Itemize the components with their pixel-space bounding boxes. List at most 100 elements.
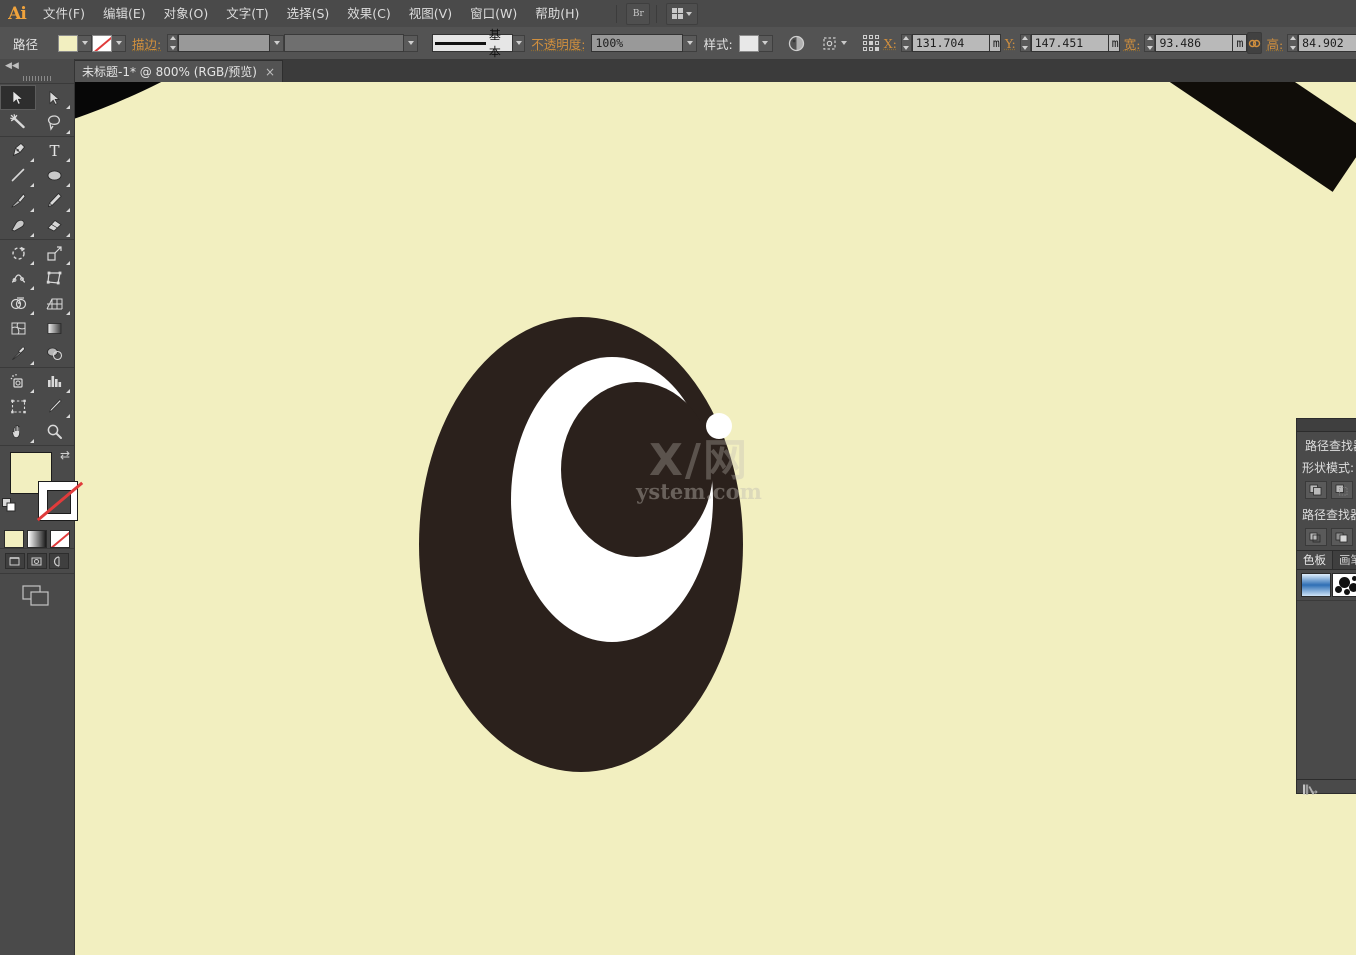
stroke-profile-field[interactable] <box>284 34 404 52</box>
stroke-weight-stepper[interactable] <box>167 34 178 52</box>
menu-object[interactable]: 对象(O) <box>155 0 218 27</box>
normal-screen-mode-button[interactable] <box>5 553 25 569</box>
rotate-tool[interactable] <box>0 241 36 266</box>
swatch-pattern[interactable] <box>1332 573 1356 597</box>
artboard-tool[interactable] <box>0 394 36 419</box>
y-stepper[interactable] <box>1020 34 1031 52</box>
change-screen-mode-button[interactable] <box>22 585 50 610</box>
free-transform-tool[interactable] <box>36 266 72 291</box>
fullscreen-menubar-mode-button[interactable] <box>27 553 47 569</box>
stroke-color-control[interactable] <box>92 35 126 52</box>
menu-effect[interactable]: 效果(C) <box>338 0 399 27</box>
corner-shape-top-right[interactable] <box>1167 82 1356 192</box>
opacity-dropdown-button[interactable] <box>683 35 697 52</box>
stroke-weight-dropdown-button[interactable] <box>270 35 284 52</box>
width-field[interactable]: 93.486 <box>1155 34 1233 52</box>
dock-titlebar[interactable] <box>1297 419 1356 432</box>
swatch-libraries-icon[interactable] <box>1302 783 1318 796</box>
menu-window[interactable]: 窗口(W) <box>461 0 526 27</box>
document-tab[interactable]: 未标题-1* @ 800% (RGB/预览) × <box>74 60 283 82</box>
shape-builder-tool[interactable] <box>0 291 36 316</box>
fill-swatch[interactable] <box>58 35 78 52</box>
minus-front-button[interactable] <box>1331 481 1353 499</box>
height-stepper[interactable] <box>1287 34 1298 52</box>
menu-view[interactable]: 视图(V) <box>400 0 461 27</box>
y-control[interactable]: 147.451 m <box>1020 34 1120 52</box>
mesh-tool[interactable] <box>0 316 36 341</box>
eye-pupil-ellipse[interactable] <box>561 382 713 557</box>
swatch-gradient[interactable] <box>1301 573 1331 597</box>
column-graph-tool[interactable] <box>36 369 72 394</box>
stroke-weight-control[interactable] <box>167 34 284 52</box>
stroke-weight-field[interactable] <box>178 34 270 52</box>
stroke-dropdown-button[interactable] <box>112 35 126 52</box>
zoom-tool[interactable] <box>36 419 72 444</box>
x-stepper[interactable] <box>901 34 912 52</box>
pen-tool[interactable] <box>0 138 36 163</box>
brush-definition-control[interactable]: 基本 <box>432 34 525 52</box>
opacity-control[interactable]: 100% <box>591 34 697 52</box>
style-control[interactable] <box>739 35 773 52</box>
width-control[interactable]: 93.486 m <box>1144 34 1247 52</box>
height-control[interactable]: 84.902 m <box>1287 34 1356 52</box>
constrain-proportions-button[interactable] <box>1247 32 1262 54</box>
transform-effect-button[interactable] <box>820 32 848 54</box>
eye-highlight-dot[interactable] <box>706 413 732 439</box>
symbol-sprayer-tool[interactable] <box>0 369 36 394</box>
brush-definition-dropdown-button[interactable] <box>513 35 525 52</box>
close-icon[interactable]: × <box>265 65 275 79</box>
swatches-panel-body[interactable] <box>1297 600 1356 779</box>
canvas-area[interactable]: X/网 ystem.com <box>74 82 1356 955</box>
gradient-tool[interactable] <box>36 316 72 341</box>
perspective-grid-tool[interactable] <box>36 291 72 316</box>
fill-dropdown-button[interactable] <box>78 35 92 52</box>
width-tool[interactable] <box>0 266 36 291</box>
gradient-fill-button[interactable] <box>27 530 47 548</box>
height-field[interactable]: 84.902 <box>1298 34 1356 52</box>
arrange-documents-button[interactable] <box>666 3 698 25</box>
slice-tool[interactable] <box>36 394 72 419</box>
stroke-profile-dropdown-button[interactable] <box>404 35 418 52</box>
divide-button[interactable] <box>1305 528 1327 546</box>
style-dropdown-button[interactable] <box>759 35 773 52</box>
stroke-swatch-none[interactable] <box>92 35 112 52</box>
eyedropper-tool[interactable] <box>0 341 36 366</box>
blend-tool[interactable] <box>36 341 72 366</box>
default-fill-stroke-button[interactable] <box>2 498 17 516</box>
tools-panel-grip[interactable] <box>0 73 74 83</box>
swap-fill-stroke-button[interactable]: ⇄ <box>60 448 70 462</box>
y-field[interactable]: 147.451 <box>1031 34 1109 52</box>
type-tool[interactable]: T <box>36 138 72 163</box>
width-stepper[interactable] <box>1144 34 1155 52</box>
ellipse-tool[interactable] <box>36 163 72 188</box>
menu-select[interactable]: 选择(S) <box>278 0 339 27</box>
fill-control[interactable] <box>58 35 92 52</box>
tab-brushes[interactable]: 画笔 <box>1333 551 1356 569</box>
color-fill-button[interactable] <box>4 530 24 548</box>
stroke-color-swatch-none[interactable] <box>38 481 78 521</box>
brush-definition-field[interactable]: 基本 <box>432 34 513 52</box>
menu-edit[interactable]: 编辑(E) <box>94 0 155 27</box>
x-control[interactable]: 131.704 m <box>901 34 1001 52</box>
selection-tool[interactable] <box>0 85 36 110</box>
graphic-style-swatch[interactable] <box>739 35 759 52</box>
pencil-tool[interactable] <box>36 188 72 213</box>
menu-file[interactable]: 文件(F) <box>34 0 94 27</box>
line-segment-tool[interactable] <box>0 163 36 188</box>
align-button[interactable] <box>862 32 880 54</box>
direct-selection-tool[interactable] <box>36 85 72 110</box>
trim-button[interactable] <box>1331 528 1353 546</box>
lasso-tool[interactable] <box>36 110 72 135</box>
corner-shape-top-left[interactable] <box>74 82 454 162</box>
hand-tool[interactable] <box>0 419 36 444</box>
none-fill-button[interactable] <box>50 530 70 548</box>
recolor-artwork-button[interactable] <box>787 32 806 54</box>
paintbrush-tool[interactable] <box>0 188 36 213</box>
tab-swatches[interactable]: 色板 <box>1297 551 1333 569</box>
eraser-tool[interactable] <box>36 213 72 238</box>
collapse-tools-button[interactable]: ◀◀ <box>0 59 74 73</box>
bridge-button[interactable]: Br <box>626 3 650 25</box>
stroke-profile-control[interactable] <box>284 34 418 52</box>
magic-wand-tool[interactable] <box>0 110 36 135</box>
scale-tool[interactable] <box>36 241 72 266</box>
